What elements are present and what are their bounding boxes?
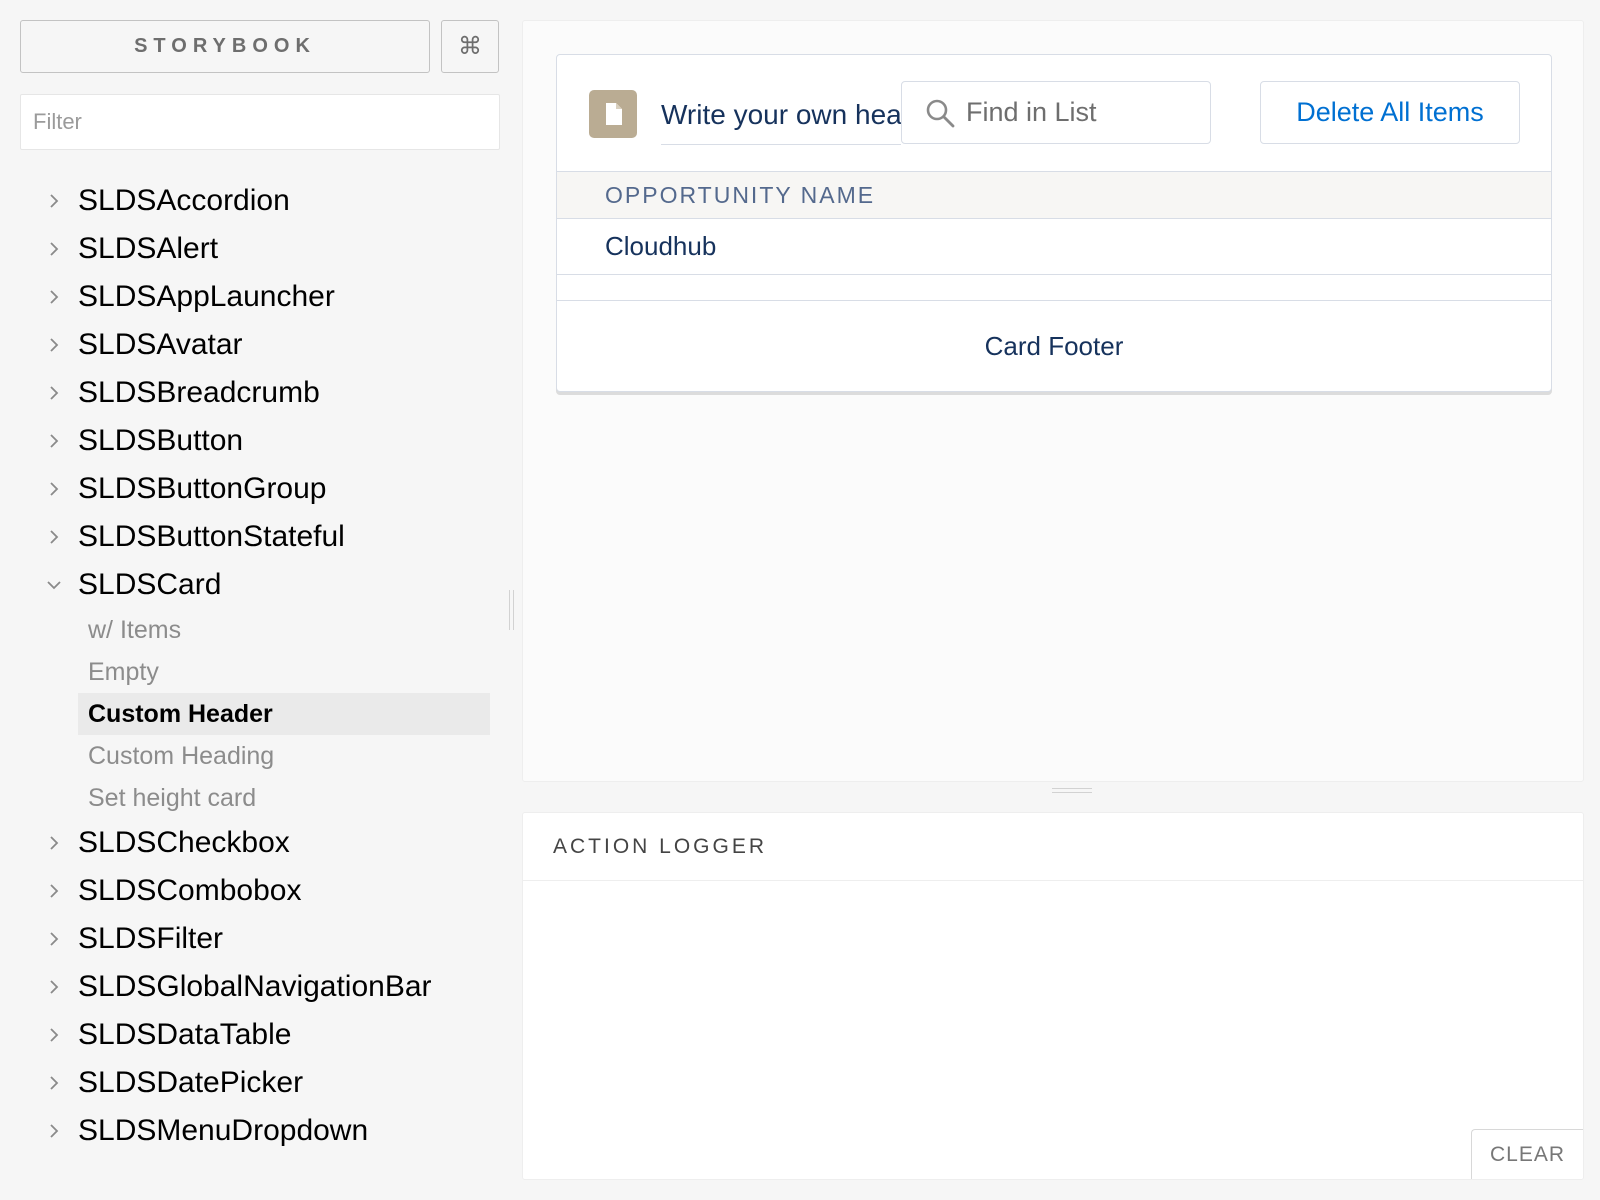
story-list: w/ Items Empty Custom Header Custom Heading…: [0, 609, 500, 819]
chevron-right-icon: [46, 481, 62, 497]
chevron-right-icon: [46, 433, 62, 449]
heading-input[interactable]: [661, 85, 901, 145]
filter-input[interactable]: [20, 94, 500, 150]
tree-item-sldsaccordion[interactable]: SLDSAccordion: [0, 177, 500, 225]
chevron-right-icon: [46, 289, 62, 305]
tree-item-label: SLDSAccordion: [78, 184, 290, 217]
tree-item-label: SLDSMenuDropdown: [78, 1114, 369, 1147]
chevron-right-icon: [46, 835, 62, 851]
story-set-height-card[interactable]: Set height card: [78, 777, 490, 819]
stories-tree: SLDSAccordion SLDSAlert SLDSAppLauncher SLD…: [0, 177, 500, 1155]
action-logger-panel: ACTION LOGGER CLEAR: [522, 812, 1584, 1180]
addon-panel-resize-handle[interactable]: [1052, 788, 1092, 793]
chevron-right-icon: [46, 193, 62, 209]
document-icon: [589, 90, 637, 138]
tree-item-sldsmenudropdown[interactable]: SLDSMenuDropdown: [0, 1107, 500, 1155]
tree-item-label: SLDSCard: [78, 568, 222, 601]
tree-item-sldsdatatable[interactable]: SLDSDataTable: [0, 1011, 500, 1059]
card-footer: Card Footer: [984, 330, 1124, 361]
table-cell: Cloudhub: [605, 231, 717, 261]
chevron-right-icon: [46, 385, 62, 401]
chevron-right-icon: [46, 529, 62, 545]
card: Find in List Delete All Items OPPORTUNIT…: [556, 54, 1552, 392]
card-header: Find in List Delete All Items: [557, 55, 1551, 171]
tree-item-sldscombobox[interactable]: SLDSCombobox: [0, 867, 500, 915]
chevron-right-icon: [46, 1123, 62, 1139]
tree-item-sldsbuttonstateful[interactable]: SLDSButtonStateful: [0, 513, 500, 561]
find-in-list-input[interactable]: Find in List: [901, 81, 1211, 144]
table-row: [557, 275, 1551, 301]
story-empty[interactable]: Empty: [78, 651, 490, 693]
tree-item-sldsfilter[interactable]: SLDSFilter: [0, 915, 500, 963]
find-in-list-placeholder: Find in List: [966, 97, 1097, 127]
tree-item-label: SLDSFilter: [78, 922, 224, 955]
shortcuts-button[interactable]: ⌘: [441, 20, 499, 73]
tree-item-sldsavatar[interactable]: SLDSAvatar: [0, 321, 500, 369]
tab-action-logger[interactable]: ACTION LOGGER: [523, 813, 1583, 881]
tree-item-label: SLDSCombobox: [78, 874, 302, 907]
chevron-right-icon: [46, 931, 62, 947]
sidebar-resize-handle[interactable]: [509, 590, 514, 630]
command-icon: ⌘: [458, 33, 482, 60]
delete-all-items-button[interactable]: Delete All Items: [1260, 81, 1520, 144]
story-custom-header[interactable]: Custom Header: [78, 693, 490, 735]
tree-item-sldsbutton[interactable]: SLDSButton: [0, 417, 500, 465]
preview-pane: Find in List Delete All Items OPPORTUNIT…: [522, 20, 1584, 782]
tree-item-label: SLDSAlert: [78, 232, 219, 265]
tree-item-label: SLDSAppLauncher: [78, 280, 335, 313]
tree-item-label: SLDSAvatar: [78, 328, 243, 361]
chevron-right-icon: [46, 1075, 62, 1091]
search-icon: [924, 97, 956, 129]
story-w-items[interactable]: w/ Items: [78, 609, 490, 651]
tree-item-sldsdatepicker[interactable]: SLDSDatePicker: [0, 1059, 500, 1107]
tree-item-sldsbreadcrumb[interactable]: SLDSBreadcrumb: [0, 369, 500, 417]
tree-item-sldsapplauncher[interactable]: SLDSAppLauncher: [0, 273, 500, 321]
chevron-right-icon: [46, 979, 62, 995]
tree-item-label: SLDSGlobalNavigationBar: [78, 970, 432, 1003]
clear-button[interactable]: CLEAR: [1471, 1129, 1583, 1179]
tree-item-sldscheckbox[interactable]: SLDSCheckbox: [0, 819, 500, 867]
tree-item-label: SLDSCheckbox: [78, 826, 290, 859]
table-row: Cloudhub: [557, 219, 1551, 275]
chevron-right-icon: [46, 241, 62, 257]
chevron-right-icon: [46, 1027, 62, 1043]
column-header-opportunity-name[interactable]: OPPORTUNITY NAME: [557, 171, 1551, 219]
chevron-down-icon: [46, 577, 62, 593]
tree-item-label: SLDSDatePicker: [78, 1066, 304, 1099]
tree-item-label: SLDSButtonGroup: [78, 472, 327, 505]
tree-item-label: SLDSButtonStateful: [78, 520, 345, 553]
tree-item-sldsglobalnavigationbar[interactable]: SLDSGlobalNavigationBar: [0, 963, 500, 1011]
tree-item-sldsalert[interactable]: SLDSAlert: [0, 225, 500, 273]
storybook-title-button[interactable]: STORYBOOK: [20, 20, 430, 73]
tree-item-sldscard[interactable]: SLDSCard: [0, 561, 500, 609]
tree-item-label: SLDSButton: [78, 424, 244, 457]
tree-item-label: SLDSBreadcrumb: [78, 376, 320, 409]
story-custom-heading[interactable]: Custom Heading: [78, 735, 490, 777]
chevron-right-icon: [46, 883, 62, 899]
chevron-right-icon: [46, 337, 62, 353]
tree-item-label: SLDSDataTable: [78, 1018, 292, 1051]
tree-item-sldsbuttongroup[interactable]: SLDSButtonGroup: [0, 465, 500, 513]
